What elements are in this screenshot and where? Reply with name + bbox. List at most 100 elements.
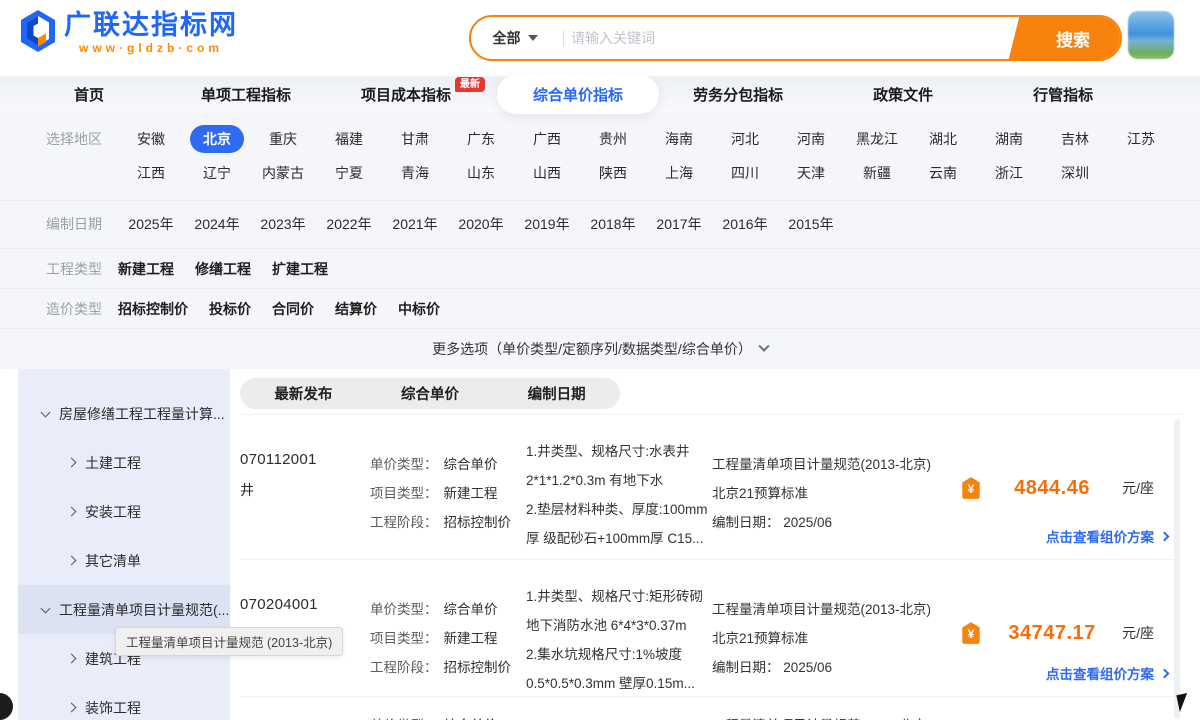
region-item[interactable]: 深圳 xyxy=(1042,163,1108,183)
chevron-right-icon xyxy=(67,507,77,517)
region-item[interactable]: 浙江 xyxy=(976,163,1042,183)
more-options-toggle[interactable]: 更多选项（单价类型/定额序列/数据类型/综合单价） xyxy=(0,328,1200,369)
tab-compile-date[interactable]: 编制日期 xyxy=(493,383,620,404)
tab-composite-price[interactable]: 综合单价 xyxy=(367,383,494,404)
region-item[interactable]: 天津 xyxy=(778,163,844,183)
filter-date-row: 编制日期 2025年 2024年 2023年 2022年 2021年 2020年… xyxy=(0,200,1200,248)
vertical-scrollbar[interactable] xyxy=(1174,419,1180,719)
region-item[interactable]: 四川 xyxy=(712,163,778,183)
date-item[interactable]: 2024年 xyxy=(184,214,250,234)
region-item[interactable]: 贵州 xyxy=(580,129,646,149)
date-item[interactable]: 2021年 xyxy=(382,214,448,234)
date-item[interactable]: 2023年 xyxy=(250,214,316,234)
sidebar-item-repair-calc[interactable]: 房屋修缮工程工程量计算... xyxy=(18,389,230,438)
search-button[interactable]: 搜索 xyxy=(1025,16,1121,60)
region-item[interactable]: 吉林 xyxy=(1042,129,1108,149)
filter-region-row1: 选择地区 安徽 北京 重庆 福建 甘肃 广东 广西 贵州 海南 河北 河南 黑龙… xyxy=(0,112,1200,149)
date-item[interactable]: 2016年 xyxy=(712,214,778,234)
region-item[interactable]: 云南 xyxy=(910,163,976,183)
sidebar-item-other-list[interactable]: 其它清单 xyxy=(18,536,230,585)
table-row[interactable]: 070205001 单价类型：综合单价 1.盖板规格型号:φ800 球墨铸铁 工… xyxy=(240,696,1182,720)
cost-type-item[interactable]: 中标价 xyxy=(398,299,440,319)
new-badge: 最新 xyxy=(455,77,485,92)
cost-type-item[interactable]: 投标价 xyxy=(209,299,251,319)
item-description: 1.井类型、规格尺寸:水表井 2*1*1.2*0.3m 有地下水 2.垫层材料种… xyxy=(526,435,712,559)
nav-item-single-project[interactable]: 单项工程指标 xyxy=(201,84,291,105)
date-item[interactable]: 2020年 xyxy=(448,214,514,234)
region-item[interactable]: 福建 xyxy=(316,129,382,149)
region-item[interactable]: 江西 xyxy=(118,163,184,183)
region-item[interactable]: 重庆 xyxy=(250,129,316,149)
cost-type-item[interactable]: 结算价 xyxy=(335,299,377,319)
table-row[interactable]: 070204001 单价类型：综合单价 项目类型：新建工程 工程阶段：招标控制价… xyxy=(240,559,1182,696)
sidebar-item-install[interactable]: 安装工程 xyxy=(18,487,230,536)
item-description: 1.盖板规格型号:φ800 球墨铸铁 xyxy=(526,711,712,720)
view-pricing-plan-link[interactable]: 点击查看组价方案 xyxy=(1046,526,1168,546)
price-value: 34747.17 xyxy=(982,622,1122,645)
sidebar-item-decoration[interactable]: 装饰工程 xyxy=(18,683,230,720)
region-item[interactable]: 海南 xyxy=(646,129,712,149)
user-avatar[interactable] xyxy=(1128,11,1174,59)
filter-label-date: 编制日期 xyxy=(46,214,118,234)
filter-region-row2: 江西 辽宁 内蒙古 宁夏 青海 山东 山西 陕西 上海 四川 天津 新疆 云南 … xyxy=(0,149,1200,200)
region-item[interactable]: 甘肃 xyxy=(382,129,448,149)
site-logo[interactable]: 广联达指标网 www·gldzb·com xyxy=(18,8,238,56)
cost-type-item[interactable]: 招标控制价 xyxy=(118,299,188,319)
nav-item-composite-price[interactable]: 综合单价指标 xyxy=(497,75,659,114)
date-item[interactable]: 2019年 xyxy=(514,214,580,234)
nav-item-project-cost[interactable]: 项目成本指标 最新 xyxy=(361,84,451,105)
region-item[interactable]: 安徽 xyxy=(118,129,184,149)
filter-cost-type-row: 造价类型 招标控制价 投标价 合同价 结算价 中标价 xyxy=(0,288,1200,328)
view-pricing-plan-link[interactable]: 点击查看组价方案 xyxy=(1046,663,1168,683)
date-item[interactable]: 2017年 xyxy=(646,214,712,234)
nav-item-labor-subcontract[interactable]: 劳务分包指标 xyxy=(693,84,783,105)
date-item[interactable]: 2015年 xyxy=(778,214,844,234)
region-item[interactable]: 江苏 xyxy=(1108,129,1174,149)
region-item[interactable]: 山西 xyxy=(514,163,580,183)
region-item[interactable]: 内蒙古 xyxy=(250,163,316,183)
region-item-selected[interactable]: 北京 xyxy=(184,129,250,149)
logo-subtitle: www·gldzb·com xyxy=(79,41,223,55)
table-row[interactable]: 070112001 井 单价类型：综合单价 项目类型：新建工程 工程阶段：招标控… xyxy=(240,414,1182,559)
sidebar-item-civil[interactable]: 土建工程 xyxy=(18,438,230,487)
region-item[interactable]: 黑龙江 xyxy=(844,129,910,149)
logo-title: 广联达指标网 xyxy=(64,10,238,40)
date-item[interactable]: 2022年 xyxy=(316,214,382,234)
sidebar-tooltip: 工程量清单项目计量规范 (2013-北京) xyxy=(115,627,343,656)
search-input[interactable] xyxy=(571,17,991,59)
region-item[interactable]: 广东 xyxy=(448,129,514,149)
region-item[interactable]: 上海 xyxy=(646,163,712,183)
region-item[interactable]: 陕西 xyxy=(580,163,646,183)
divider xyxy=(563,30,564,46)
region-item[interactable]: 辽宁 xyxy=(184,163,250,183)
region-item[interactable]: 河南 xyxy=(778,129,844,149)
search-category-dropdown[interactable]: 全部 xyxy=(471,17,559,59)
region-item[interactable]: 宁夏 xyxy=(316,163,382,183)
item-description: 1.井类型、规格尺寸:矩形砖砌 地下消防水池 6*4*3*0.37m 2.集水坑… xyxy=(526,580,712,696)
cost-type-item[interactable]: 合同价 xyxy=(272,299,314,319)
region-item[interactable]: 湖南 xyxy=(976,129,1042,149)
item-code: 070112001 xyxy=(240,451,370,468)
more-options-label: 更多选项（单价类型/定额序列/数据类型/综合单价） xyxy=(432,339,752,359)
nav-item-policy-docs[interactable]: 政策文件 xyxy=(873,84,933,105)
region-item[interactable]: 新疆 xyxy=(844,163,910,183)
project-type-item[interactable]: 修缮工程 xyxy=(195,259,251,279)
search-bar: 全部 搜索 xyxy=(469,15,1122,61)
result-list: 最新发布 综合单价 编制日期 070112001 井 单价类型：综合单价 项目类… xyxy=(240,369,1182,720)
nav-item-home[interactable]: 首页 xyxy=(74,84,104,105)
region-item[interactable]: 山东 xyxy=(448,163,514,183)
project-type-item[interactable]: 扩建工程 xyxy=(272,259,328,279)
nav-item-admin-index[interactable]: 行管指标 xyxy=(1033,84,1093,105)
date-item[interactable]: 2025年 xyxy=(118,214,184,234)
item-standard-info: 工程量清单项目计量规范(2013-北京) 北京21预算标准 编制日期： 2025… xyxy=(712,435,950,559)
chevron-down-icon xyxy=(41,407,51,417)
price-unit: 元/座 xyxy=(1122,478,1154,498)
region-item[interactable]: 河北 xyxy=(712,129,778,149)
tab-latest[interactable]: 最新发布 xyxy=(240,383,367,404)
date-item[interactable]: 2018年 xyxy=(580,214,646,234)
project-type-item[interactable]: 新建工程 xyxy=(118,259,174,279)
region-item[interactable]: 青海 xyxy=(382,163,448,183)
search-category-label: 全部 xyxy=(493,28,521,48)
region-item[interactable]: 广西 xyxy=(514,129,580,149)
region-item[interactable]: 湖北 xyxy=(910,129,976,149)
